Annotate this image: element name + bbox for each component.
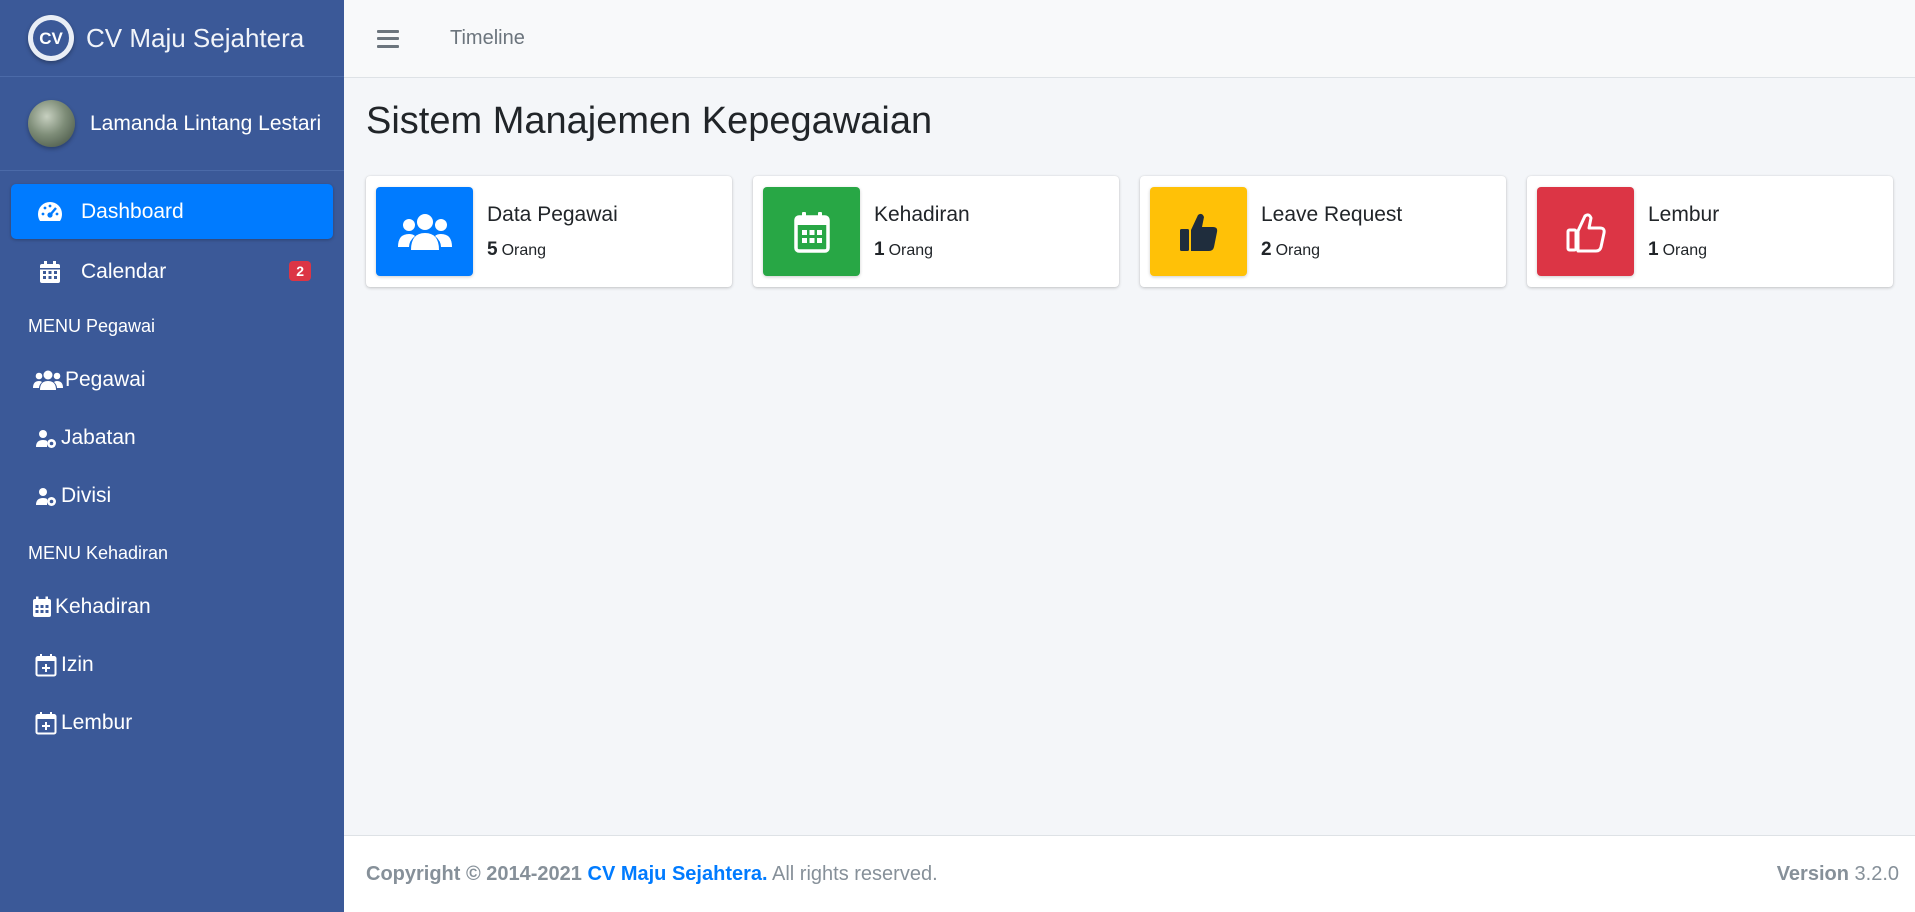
calendar-alt-icon: [31, 594, 53, 620]
thumbs-up-outline-icon: [1537, 187, 1634, 276]
brand-link[interactable]: CV CV Maju Sejahtera: [0, 0, 344, 77]
calendar-badge: 2: [289, 261, 311, 281]
sidebar-item-label: Calendar: [81, 259, 167, 283]
info-box-unit: Orang: [1662, 241, 1708, 259]
info-box-data-pegawai[interactable]: Data Pegawai 5 Orang: [366, 176, 732, 287]
sidebar-item-izin[interactable]: Izin: [11, 636, 333, 694]
info-box-count: 2: [1261, 238, 1272, 260]
calendar-icon: [763, 187, 860, 276]
page-title: Sistem Manajemen Kepegawaian: [366, 100, 933, 142]
sidebar-item-label: Pegawai: [65, 368, 146, 391]
version-number: 3.2.0: [1854, 862, 1899, 885]
sidebar-item-dashboard[interactable]: Dashboard: [11, 184, 333, 239]
brand-name: CV Maju Sejahtera: [86, 22, 305, 53]
calendar-icon: [35, 259, 65, 285]
info-box-label: Data Pegawai: [487, 202, 618, 226]
users-icon: [33, 367, 63, 393]
user-panel[interactable]: Lamanda Lintang Lestari: [0, 77, 344, 171]
sidebar-item-lembur[interactable]: Lembur: [11, 694, 333, 752]
tachometer-icon: [35, 199, 65, 225]
rights-text: All rights reserved.: [772, 862, 938, 885]
info-box-unit: Orang: [501, 241, 547, 259]
info-boxes: Data Pegawai 5 Orang Kehadiran 1 Orang Lea…: [366, 176, 1893, 287]
timeline-link[interactable]: Timeline: [450, 27, 525, 50]
info-box-lembur[interactable]: Lembur 1 Orang: [1527, 176, 1893, 287]
calendar-plus-icon: [33, 652, 59, 678]
info-box-unit: Orang: [1275, 241, 1321, 259]
footer: Copyright © 2014-2021 CV Maju Sejahtera.…: [344, 835, 1915, 912]
info-box-label: Lembur: [1648, 202, 1720, 226]
info-box-label: Kehadiran: [874, 202, 970, 226]
svg-text:CV: CV: [39, 29, 63, 48]
sidebar-item-kehadiran[interactable]: Kehadiran: [11, 578, 333, 636]
sidebar-item-jabatan[interactable]: Jabatan: [11, 409, 333, 467]
nav-header-pegawai: MENU Pegawai: [28, 316, 156, 336]
menu-toggle-icon[interactable]: [377, 29, 399, 48]
sidebar-nav: Dashboard Calendar 2 MENU Pegawai Pegawa…: [0, 171, 344, 752]
brand-logo-icon: CV: [28, 15, 74, 61]
topbar: Timeline: [344, 0, 1915, 78]
sidebar-item-label: Divisi: [61, 484, 112, 507]
info-box-count: 1: [874, 238, 885, 260]
user-name[interactable]: Lamanda Lintang Lestari: [90, 112, 321, 136]
info-box-value: 2 Orang: [1261, 239, 1402, 261]
info-box-leave-request[interactable]: Leave Request 2 Orang: [1140, 176, 1506, 287]
sidebar-item-divisi[interactable]: Divisi: [11, 467, 333, 525]
user-avatar: [28, 100, 75, 147]
sidebar-item-calendar[interactable]: Calendar 2: [11, 244, 333, 299]
sidebar-item-label: Izin: [61, 653, 94, 676]
sidebar-item-label: Lembur: [61, 711, 133, 734]
copyright-text: Copyright © 2014-2021: [366, 862, 582, 885]
footer-version: Version 3.2.0: [1777, 863, 1899, 886]
info-box-label: Leave Request: [1261, 202, 1403, 226]
sidebar-item-label: Jabatan: [61, 426, 136, 449]
nav-header-kehadiran: MENU Kehadiran: [28, 543, 169, 563]
footer-company-link[interactable]: CV Maju Sejahtera.: [588, 863, 768, 885]
version-label: Version: [1776, 862, 1849, 885]
user-cog-icon: [33, 483, 59, 509]
sidebar-item-pegawai[interactable]: Pegawai: [11, 351, 333, 409]
users-icon: [376, 187, 473, 276]
info-box-value: 1 Orang: [874, 239, 970, 261]
info-box-value: 1 Orang: [1648, 239, 1719, 261]
info-box-count: 5: [487, 238, 498, 260]
footer-copyright: Copyright © 2014-2021 CV Maju Sejahtera.…: [366, 863, 938, 886]
sidebar-item-label: Kehadiran: [55, 595, 151, 618]
info-box-value: 5 Orang: [487, 239, 618, 261]
user-cog-icon: [33, 425, 59, 451]
main-content: Sistem Manajemen Kepegawaian Data Pegawa…: [344, 78, 1915, 835]
calendar-plus-icon: [33, 710, 59, 736]
info-box-count: 1: [1648, 238, 1659, 260]
info-box-unit: Orang: [888, 241, 934, 259]
thumbs-up-icon: [1150, 187, 1247, 276]
sidebar-item-label: Dashboard: [81, 199, 184, 223]
info-box-kehadiran[interactable]: Kehadiran 1 Orang: [753, 176, 1119, 287]
sidebar: CV CV Maju Sejahtera Lamanda Lintang Les…: [0, 0, 344, 912]
